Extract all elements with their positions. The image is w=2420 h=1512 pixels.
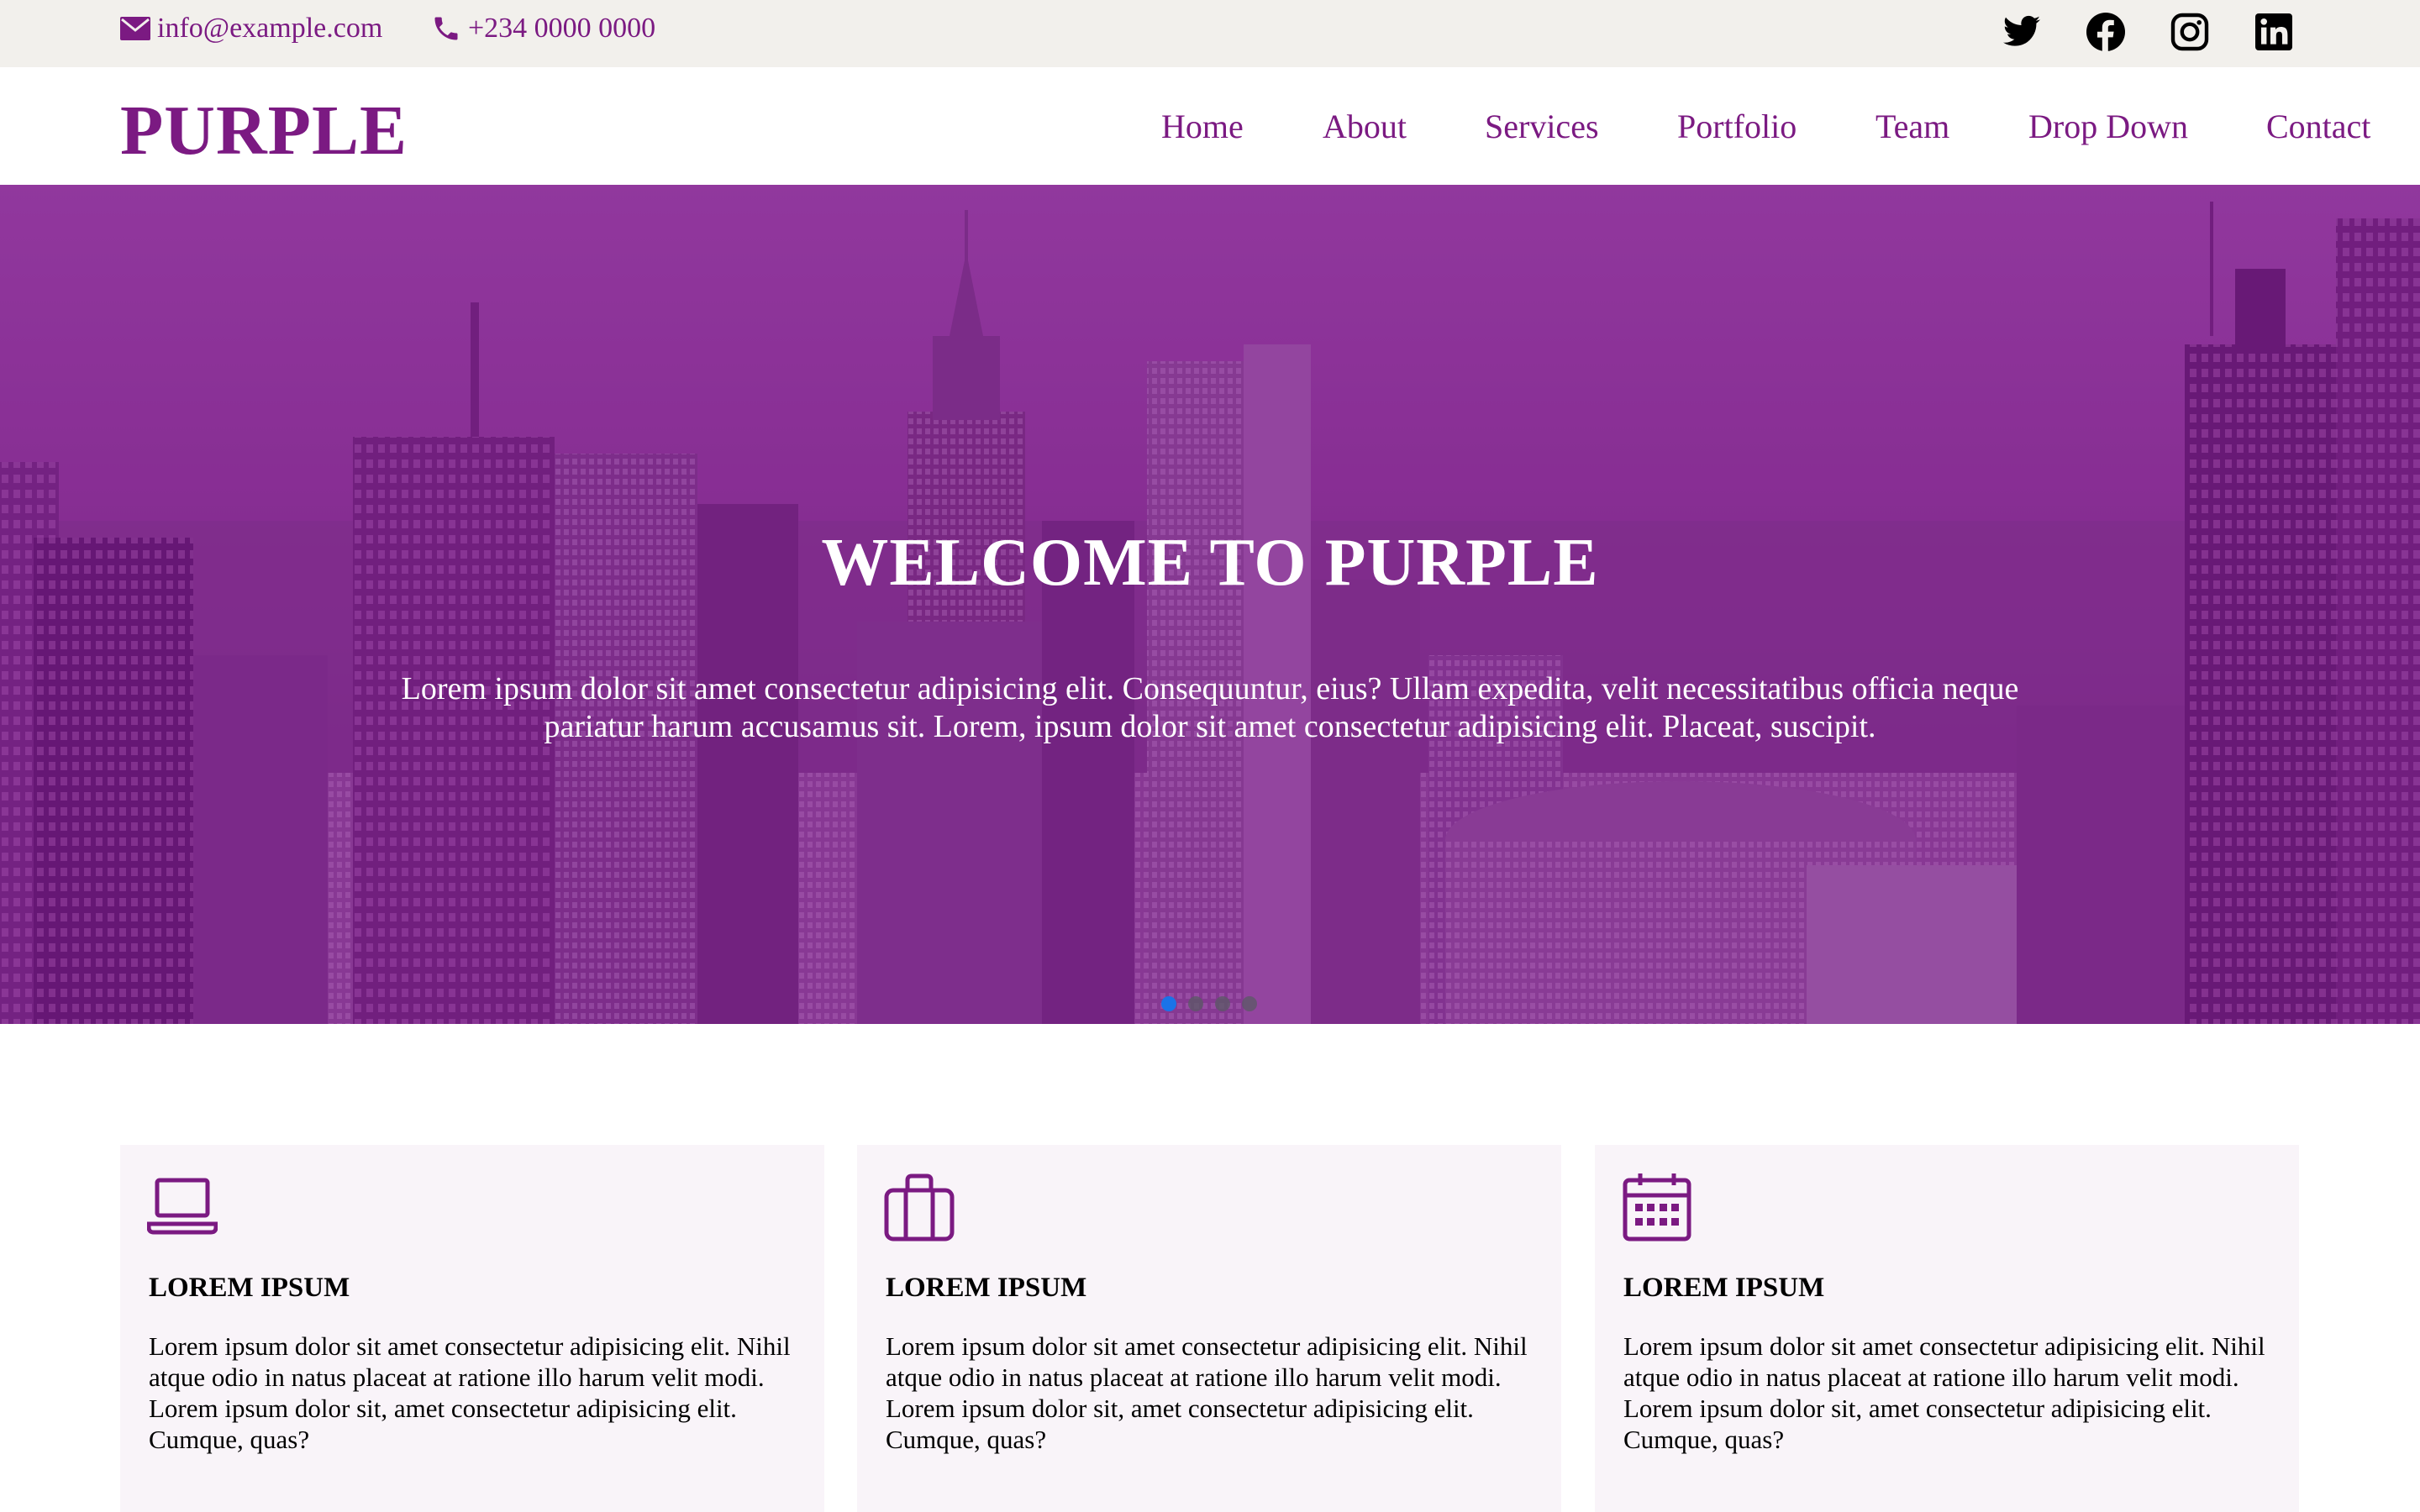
facebook-icon[interactable] xyxy=(2085,11,2127,53)
phone-text: +234 0000 0000 xyxy=(468,13,656,44)
nav-item-team[interactable]: Team xyxy=(1876,67,1949,185)
nav-item-home[interactable]: Home xyxy=(1161,67,1244,185)
carousel-indicators xyxy=(1161,996,1257,1011)
feature-card: LOREM IPSUM Lorem ipsum dolor sit amet c… xyxy=(120,1145,824,1512)
briefcase-icon xyxy=(884,1172,955,1242)
email-text: info@example.com xyxy=(157,13,383,44)
contact-phone[interactable]: +234 0000 0000 xyxy=(431,8,655,49)
carousel-dot-3[interactable] xyxy=(1215,996,1230,1011)
top-bar: info@example.com +234 0000 0000 xyxy=(0,0,2420,67)
card-title: LOREM IPSUM xyxy=(149,1273,350,1303)
hero-description: Lorem ipsum dolor sit amet consectetur a… xyxy=(401,671,2019,744)
card-text: Lorem ipsum dolor sit amet consectetur a… xyxy=(149,1331,791,1454)
nav-item-portfolio[interactable]: Portfolio xyxy=(1677,67,1797,185)
twitter-icon[interactable] xyxy=(2001,11,2043,53)
card-title: LOREM IPSUM xyxy=(886,1273,1087,1303)
phone-icon xyxy=(431,13,461,44)
carousel-dot-2[interactable] xyxy=(1188,996,1203,1011)
laptop-icon xyxy=(147,1172,218,1242)
carousel-dot-4[interactable] xyxy=(1242,996,1257,1011)
carousel-dot-1[interactable] xyxy=(1161,996,1176,1011)
card-title: LOREM IPSUM xyxy=(1623,1273,1825,1303)
nav-item-drop-down[interactable]: Drop Down xyxy=(2028,67,2188,185)
contact-email[interactable]: info@example.com xyxy=(120,8,382,49)
nav-item-services[interactable]: Services xyxy=(1485,67,1599,185)
site-logo[interactable]: PURPLE xyxy=(120,89,408,173)
nav-item-contact[interactable]: Contact xyxy=(2266,67,2370,185)
hero-carousel[interactable]: WELCOME TO PURPLE Lorem ipsum dolor sit … xyxy=(0,185,2420,1024)
card-text: Lorem ipsum dolor sit amet consectetur a… xyxy=(886,1331,1528,1454)
envelope-icon xyxy=(120,17,150,40)
nav-item-about[interactable]: About xyxy=(1323,67,1407,185)
calendar-icon xyxy=(1622,1172,1692,1242)
site-header: PURPLE Home About Services Portfolio Tea… xyxy=(0,67,2420,185)
card-text: Lorem ipsum dolor sit amet consectetur a… xyxy=(1623,1331,2265,1454)
feature-card: LOREM IPSUM Lorem ipsum dolor sit amet c… xyxy=(857,1145,1561,1512)
linkedin-icon[interactable] xyxy=(2253,11,2295,53)
instagram-icon[interactable] xyxy=(2169,11,2211,53)
feature-card: LOREM IPSUM Lorem ipsum dolor sit amet c… xyxy=(1595,1145,2299,1512)
hero-title: WELCOME TO PURPLE xyxy=(821,526,1599,600)
